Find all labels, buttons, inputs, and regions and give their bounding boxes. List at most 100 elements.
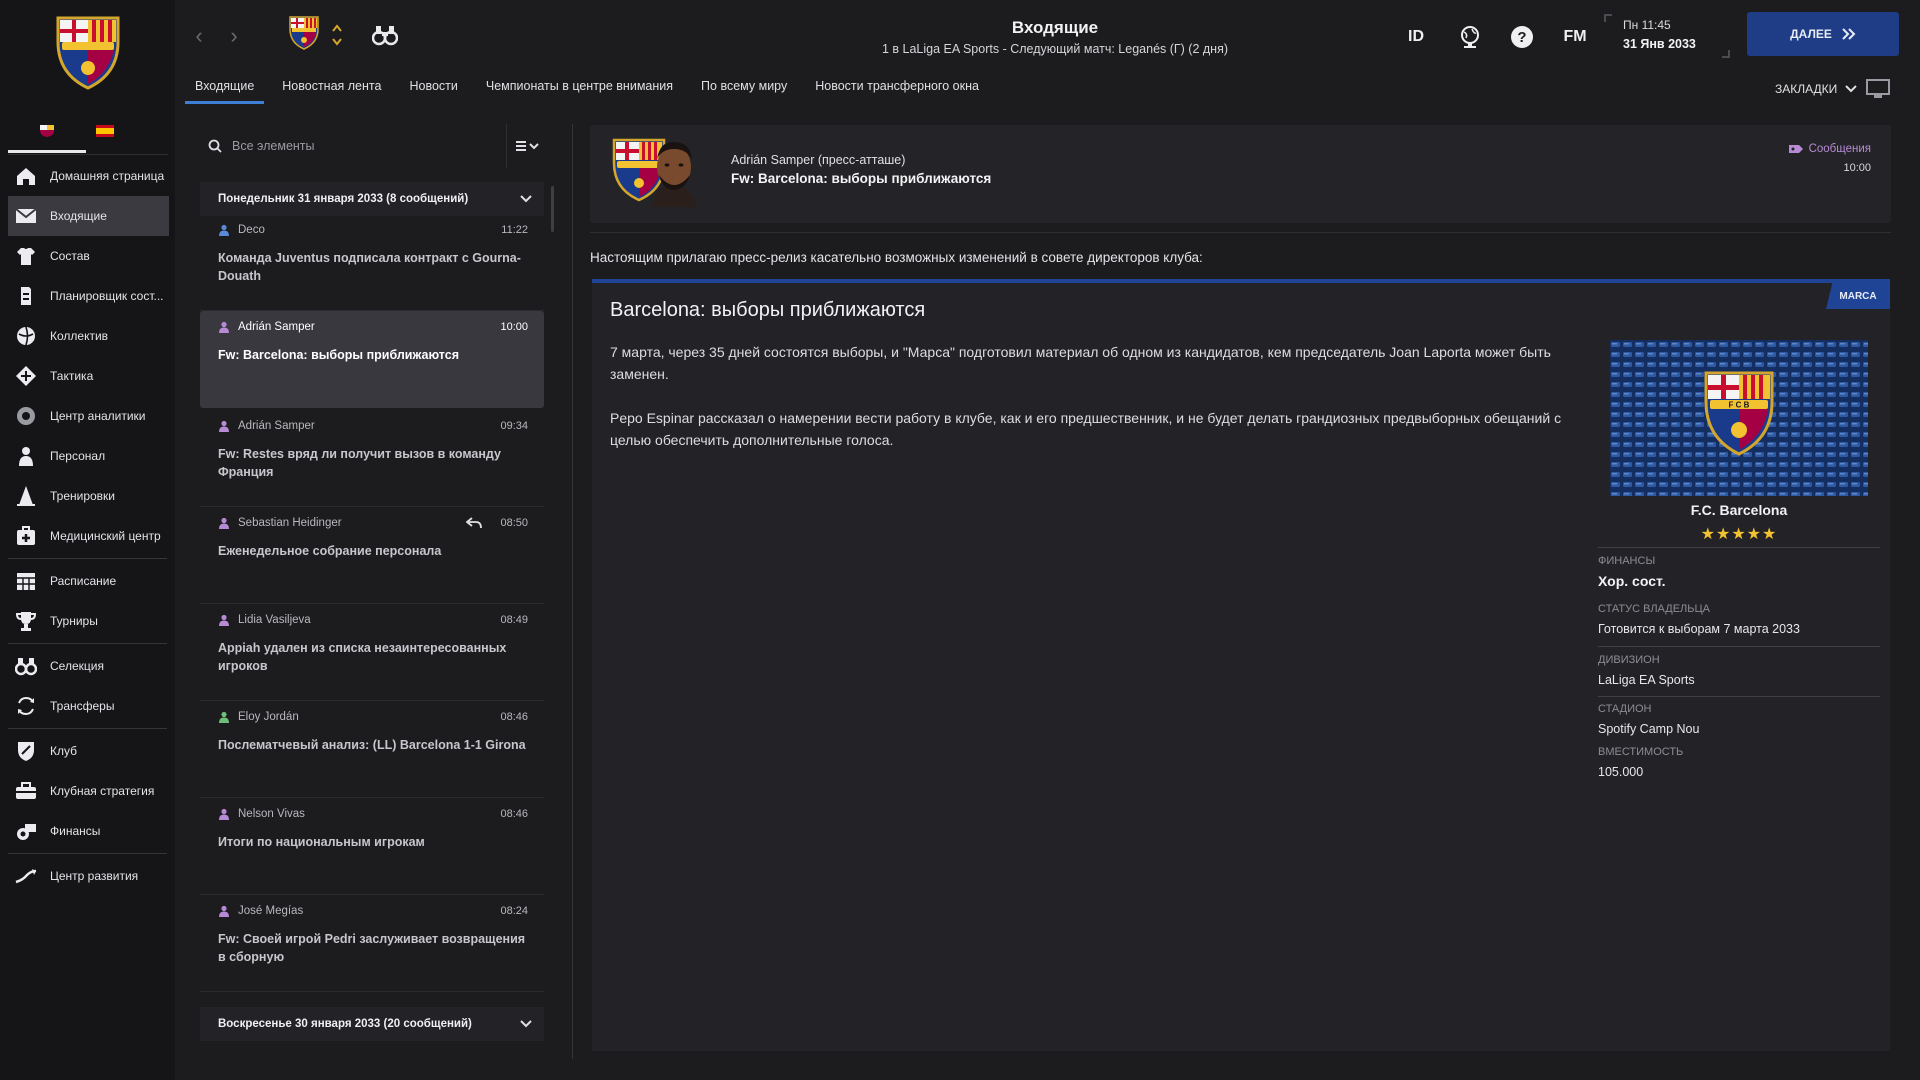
sidebar-item-staff[interactable]: Персонал <box>0 436 175 476</box>
message-subject: Appiah удален из списка незаинтересованн… <box>218 641 507 673</box>
help-icon[interactable]: ? <box>1509 24 1535 50</box>
message-sender: Lidia Vasiljeva <box>218 614 528 626</box>
tab-divider <box>8 154 168 155</box>
divider <box>1598 696 1880 697</box>
sidebar-item-label: Персонал <box>50 449 106 463</box>
message-list-item[interactable]: Nelson Vivas 08:46 Итоги по национальным и… <box>200 798 544 895</box>
message-category-tag[interactable]: Сообщения <box>1788 143 1871 155</box>
team-switch-chevron-icon[interactable] <box>330 22 344 48</box>
sidebar-divider <box>8 558 167 559</box>
article-paragraph: Pepo Espinar рассказал о намерении вести… <box>610 410 1562 448</box>
bookmarks-menu[interactable]: ЗАКЛАДКИ <box>1775 78 1891 100</box>
sidebar-item-medical[interactable]: Медицинский центр <box>0 516 175 556</box>
sidebar-item-scouting[interactable]: Селекция <box>0 646 175 686</box>
sidebar-item-label: Финансы <box>50 824 101 838</box>
message-list-item[interactable]: José Megías 08:24 Fw: Своей игрой Pedri за… <box>200 895 544 992</box>
message-list-item[interactable]: Lidia Vasiljeva 08:49 Appiah удален из спи… <box>200 604 544 701</box>
sidebar-item-home[interactable]: Домашняя страница <box>0 156 175 196</box>
message-subject: Команда Juventus подписала контракт с Go… <box>218 251 521 283</box>
monitor-icon[interactable] <box>1865 78 1891 100</box>
message-sender: Nelson Vivas <box>218 808 528 820</box>
sidebar-item-label: Состав <box>50 249 90 263</box>
sidebar-item-tactics[interactable]: Тактика <box>0 356 175 396</box>
person-icon <box>219 711 229 723</box>
club-crest-logo[interactable] <box>50 12 126 92</box>
sidebar-divider <box>8 643 167 644</box>
message-list-item[interactable]: Deco 11:22 Команда Juventus подписала конт… <box>200 214 544 311</box>
tab-0[interactable]: Входящие <box>185 76 265 104</box>
sidebar-item-finances[interactable]: Финансы <box>0 811 175 851</box>
sidebar-item-training[interactable]: Тренировки <box>0 476 175 516</box>
page-subtitle[interactable]: 1 в LaLiga EA Sports - Следующий матч: L… <box>675 42 1435 56</box>
sidebar-item-squad-planner[interactable]: Планировщик сост... <box>0 276 175 316</box>
day-header-yesterday[interactable]: Воскресенье 30 января 2033 (20 сообщений… <box>200 1007 544 1041</box>
sidebar-item-club-vision[interactable]: Клубная стратегия <box>0 771 175 811</box>
sender-name[interactable]: Adrián Samper (пресс-атташе) <box>731 153 905 167</box>
list-options-button[interactable] <box>506 124 548 168</box>
clock-bracket-tl <box>1604 14 1612 22</box>
tab-2[interactable]: Новости <box>399 76 467 104</box>
club-stadium-image[interactable]: F C B <box>1610 340 1868 496</box>
squad-planner-icon <box>14 285 38 307</box>
fm-menu-icon[interactable]: FM <box>1559 24 1591 50</box>
message-time: 11:22 <box>501 224 528 236</box>
chevron-down-icon[interactable] <box>520 195 532 203</box>
reply-icon <box>466 517 482 529</box>
club-crest-small[interactable] <box>287 15 321 51</box>
sidebar-item-club[interactable]: Клуб <box>0 731 175 771</box>
clock-day-time[interactable]: Пн 11:45 <box>1623 18 1671 32</box>
sidebar-item-analytics[interactable]: Центр аналитики <box>0 396 175 436</box>
clock-date[interactable]: 31 Янв 2033 <box>1623 37 1696 51</box>
sidebar-item-label: Клуб <box>50 744 77 758</box>
sidebar-item-development[interactable]: Центр развития <box>0 856 175 896</box>
transfers-icon <box>14 695 38 717</box>
spain-flag-tab[interactable] <box>96 124 114 138</box>
message-time: 08:49 <box>500 614 528 626</box>
division-value[interactable]: LaLiga EA Sports <box>1598 673 1695 687</box>
message-list-item[interactable]: Adrián Samper 10:00 Fw: Barcelona: выборы … <box>200 311 544 408</box>
search-input[interactable] <box>232 139 482 153</box>
tag-icon <box>1788 145 1803 153</box>
division-label: ДИВИЗИОН <box>1598 654 1660 666</box>
person-icon <box>219 420 229 432</box>
stadium-value[interactable]: Spotify Camp Nou <box>1598 722 1699 736</box>
tab-1[interactable]: Новостная лента <box>272 76 391 104</box>
panel-divider <box>572 124 573 1059</box>
tab-5[interactable]: Новости трансферного окна <box>805 76 989 104</box>
money-icon <box>14 820 38 842</box>
sidebar-item-squad[interactable]: Состав <box>0 236 175 276</box>
world-globe-icon[interactable] <box>1457 24 1483 50</box>
sidebar-item-schedule[interactable]: Расписание <box>0 561 175 601</box>
day-header-today[interactable]: Понедельник 31 января 2033 (8 сообщений) <box>200 182 544 216</box>
forward-arrow-icon[interactable]: › <box>222 24 246 48</box>
person-icon <box>219 517 229 529</box>
divider <box>1598 646 1880 647</box>
message-sender-name: Deco <box>238 224 265 236</box>
tab-3[interactable]: Чемпионаты в центре внимания <box>476 76 683 104</box>
message-list-item[interactable]: Adrián Samper 09:34 Fw: Restes вряд ли пол… <box>200 410 544 507</box>
article-title: Barcelona: выборы приближаются <box>610 299 926 321</box>
club-flag-tab[interactable] <box>38 124 56 138</box>
continue-button[interactable]: ДАЛЕЕ <box>1747 12 1899 56</box>
message-subject: Еженедельное собрание персонала <box>218 544 442 558</box>
sidebar-item-competitions[interactable]: Турниры <box>0 601 175 641</box>
message-sender: Adrián Samper <box>218 420 528 432</box>
back-arrow-icon[interactable]: ‹ <box>187 24 211 48</box>
message-time: 10:00 <box>1843 162 1871 174</box>
sidebar-item-transfers[interactable]: Трансферы <box>0 686 175 726</box>
message-time: 08:24 <box>500 905 528 917</box>
message-header: Adrián Samper (пресс-атташе) Fw: Barcelo… <box>590 125 1891 223</box>
club-rating-stars: ★★★★★ <box>1700 526 1778 543</box>
sidebar-item-inbox[interactable]: Входящие <box>8 196 169 236</box>
message-subject: Fw: Barcelona: выборы приближаются <box>731 171 992 186</box>
message-list-item[interactable]: Sebastian Heidinger 08:50 Еженедельное соб… <box>200 507 544 604</box>
chevron-down-icon[interactable] <box>520 1020 532 1028</box>
id-icon[interactable]: ID <box>1403 24 1429 50</box>
list-scrollbar[interactable] <box>551 186 554 232</box>
sidebar-item-dynamics[interactable]: Коллектив <box>0 316 175 356</box>
person-icon <box>219 321 229 333</box>
club-name[interactable]: F.C. Barcelona <box>1598 502 1880 518</box>
binoculars-icon[interactable] <box>372 24 398 46</box>
tab-4[interactable]: По всему миру <box>691 76 797 104</box>
message-list-item[interactable]: Eloy Jordán 08:46 Послематчевый анализ: (L… <box>200 701 544 798</box>
